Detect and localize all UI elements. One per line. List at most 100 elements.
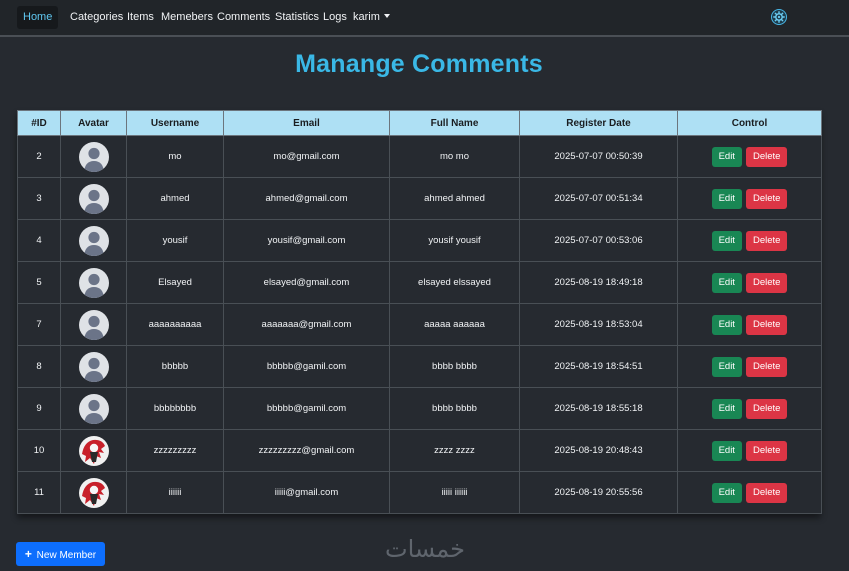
cell-avatar xyxy=(60,135,127,178)
user-dropdown-label: karim xyxy=(353,11,380,23)
nav-logs-link[interactable]: Logs xyxy=(323,6,347,29)
cell-username: bbbbb xyxy=(126,345,224,388)
cell-id: 7 xyxy=(17,303,61,346)
delete-button[interactable]: Delete xyxy=(745,230,788,251)
cell-username: yousif xyxy=(126,219,224,262)
watermark-logo: خمسات xyxy=(384,535,466,563)
edit-button[interactable]: Edit xyxy=(711,440,742,461)
nav-categories-link[interactable]: Categories xyxy=(70,6,123,29)
cell-control: Edit Delete xyxy=(677,429,822,472)
cell-fullname: zzzz zzzz xyxy=(389,429,520,472)
cell-username: bbbbbbbb xyxy=(126,387,224,430)
cell-register-date: 2025-07-07 00:50:39 xyxy=(519,135,678,178)
column-header-fullname: Full Name xyxy=(389,110,520,136)
edit-button[interactable]: Edit xyxy=(711,272,742,293)
nav-statistics-link[interactable]: Statistics xyxy=(275,6,319,29)
avatar xyxy=(78,435,109,466)
avatar xyxy=(78,225,109,256)
avatar xyxy=(78,477,109,508)
column-header-register-date: Register Date xyxy=(519,110,678,136)
edit-button[interactable]: Edit xyxy=(711,356,742,377)
table-row: 3 ahmed ahmed@gmail.com ahmed ahmed 2025-07-… xyxy=(17,177,822,220)
gear-icon xyxy=(773,11,785,23)
nav-items-link[interactable]: Items xyxy=(127,6,154,29)
cell-register-date: 2025-07-07 00:51:34 xyxy=(519,177,678,220)
delete-button[interactable]: Delete xyxy=(745,146,788,167)
table-row: 11 iiiiii iiiii@gmail.com iiiii iiiiii 2025-… xyxy=(17,471,822,514)
cell-id: 11 xyxy=(17,471,61,514)
edit-button[interactable]: Edit xyxy=(711,398,742,419)
delete-button[interactable]: Delete xyxy=(745,398,788,419)
cell-avatar xyxy=(60,219,127,262)
new-member-button[interactable]: + New Member xyxy=(16,542,105,566)
edit-button[interactable]: Edit xyxy=(711,482,742,503)
table-row: 4 yousif yousif@gmail.com yousif yousif 2025… xyxy=(17,219,822,262)
avatar xyxy=(78,309,109,340)
cell-id: 8 xyxy=(17,345,61,388)
cell-email: zzzzzzzzz@gmail.com xyxy=(223,429,390,472)
edit-button[interactable]: Edit xyxy=(711,188,742,209)
avatar xyxy=(78,267,109,298)
cell-register-date: 2025-08-19 18:55:18 xyxy=(519,387,678,430)
cell-control: Edit Delete xyxy=(677,177,822,220)
cell-register-date: 2025-08-19 20:55:56 xyxy=(519,471,678,514)
members-table-container: #ID Avatar Username Email Full Name Regi… xyxy=(17,110,822,514)
cell-fullname: aaaaa aaaaaa xyxy=(389,303,520,346)
avatar xyxy=(78,183,109,214)
cell-control: Edit Delete xyxy=(677,345,822,388)
delete-button[interactable]: Delete xyxy=(745,482,788,503)
column-header-username: Username xyxy=(126,110,224,136)
plus-icon: + xyxy=(24,547,32,561)
cell-register-date: 2025-07-07 00:53:06 xyxy=(519,219,678,262)
cell-id: 5 xyxy=(17,261,61,304)
table-row: 10 zzzzzzzzz zzzzzzzzz@gmail.com zzzz zzzz 2… xyxy=(17,429,822,472)
chevron-down-icon xyxy=(383,14,390,18)
edit-button[interactable]: Edit xyxy=(711,314,742,335)
delete-button[interactable]: Delete xyxy=(745,188,788,209)
cell-register-date: 2025-08-19 18:49:18 xyxy=(519,261,678,304)
table-row: 9 bbbbbbbb bbbbb@gamil.com bbbb bbbb 2025-08… xyxy=(17,387,822,430)
nav-home-link[interactable]: Home xyxy=(17,6,59,29)
avatar xyxy=(78,141,109,172)
cell-fullname: ahmed ahmed xyxy=(389,177,520,220)
delete-button[interactable]: Delete xyxy=(745,356,788,377)
cell-register-date: 2025-08-19 18:54:51 xyxy=(519,345,678,388)
cell-username: mo xyxy=(126,135,224,178)
delete-button[interactable]: Delete xyxy=(745,272,788,293)
cell-fullname: yousif yousif xyxy=(389,219,520,262)
cell-username: iiiiii xyxy=(126,471,224,514)
cell-avatar xyxy=(60,429,127,472)
table-body: 2 mo mo@gmail.com mo mo 2025-07-07 00:50:39 E… xyxy=(17,135,822,514)
cell-control: Edit Delete xyxy=(677,261,822,304)
cell-email: bbbbb@gamil.com xyxy=(223,387,390,430)
cell-email: bbbbb@gamil.com xyxy=(223,345,390,388)
cell-id: 2 xyxy=(17,135,61,178)
table-row: 7 aaaaaaaaaa aaaaaaa@gmail.com aaaaa aaaaaa… xyxy=(17,303,822,346)
cell-avatar xyxy=(60,177,127,220)
cell-username: ahmed xyxy=(126,177,224,220)
cell-fullname: elsayed elssayed xyxy=(389,261,520,304)
navbar: Home Categories Items Memebers Comments … xyxy=(0,0,849,37)
table-row: 2 mo mo@gmail.com mo mo 2025-07-07 00:50:39 E… xyxy=(17,135,822,178)
user-dropdown[interactable]: karim xyxy=(353,6,390,29)
column-header-email: Email xyxy=(223,110,390,136)
cell-avatar xyxy=(60,471,127,514)
nav-comments-link[interactable]: Comments xyxy=(217,6,270,29)
table-row: 5 Elsayed elsayed@gmail.com elsayed elssaye… xyxy=(17,261,822,304)
edit-button[interactable]: Edit xyxy=(711,146,742,167)
cell-control: Edit Delete xyxy=(677,387,822,430)
theme-toggle-button[interactable] xyxy=(771,9,787,25)
cell-email: iiiii@gmail.com xyxy=(223,471,390,514)
table-row: 8 bbbbb bbbbb@gamil.com bbbb bbbb 2025-08-19… xyxy=(17,345,822,388)
edit-button[interactable]: Edit xyxy=(711,230,742,251)
cell-control: Edit Delete xyxy=(677,471,822,514)
cell-email: ahmed@gmail.com xyxy=(223,177,390,220)
nav-members-link[interactable]: Memebers xyxy=(161,6,213,29)
cell-control: Edit Delete xyxy=(677,135,822,178)
delete-button[interactable]: Delete xyxy=(745,440,788,461)
cell-id: 9 xyxy=(17,387,61,430)
delete-button[interactable]: Delete xyxy=(745,314,788,335)
column-header-avatar: Avatar xyxy=(60,110,127,136)
cell-username: zzzzzzzzz xyxy=(126,429,224,472)
cell-control: Edit Delete xyxy=(677,303,822,346)
